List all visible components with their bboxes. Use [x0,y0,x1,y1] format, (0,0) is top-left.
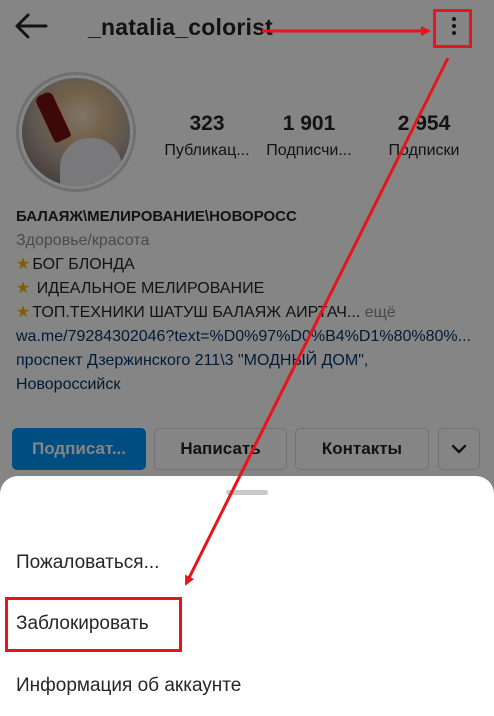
annotation-arrows [184,26,450,586]
annotation-arrow-to-block [184,57,450,586]
